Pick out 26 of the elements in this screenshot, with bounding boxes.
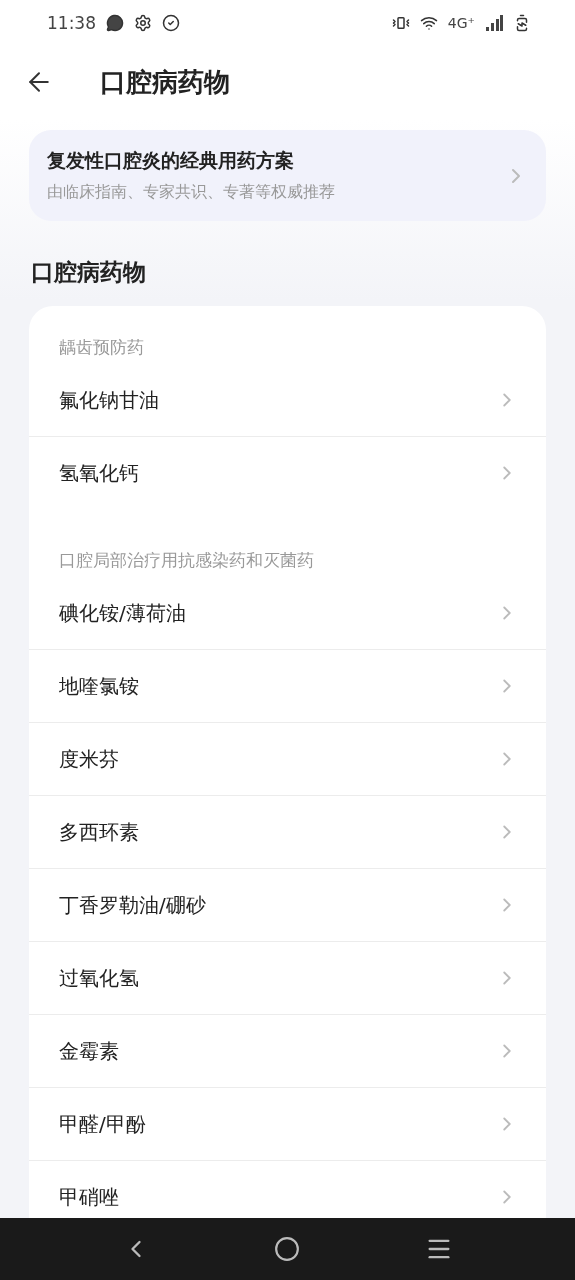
clock: 11:38 [47, 13, 96, 33]
network-type: 4G⁺ [447, 15, 475, 31]
drug-item[interactable]: 地喹氯铵 [29, 649, 546, 722]
group-heading: 龋齿预防药 [58, 336, 145, 359]
group-heading: 口腔局部治疗用抗感染药和灭菌药 [58, 549, 315, 572]
drug-item[interactable]: 甲醛/甲酚 [29, 1087, 546, 1160]
banner-subtitle: 由临床指南、专家共识、专著等权威推荐 [47, 182, 336, 203]
drug-item[interactable]: 氟化钠甘油 [29, 364, 546, 436]
signal-icon [485, 15, 503, 31]
drug-item[interactable]: 金霉素 [29, 1014, 546, 1087]
drug-item[interactable]: 丁香罗勒油/硼砂 [29, 868, 546, 941]
vibrate-icon [391, 14, 410, 32]
wifi-icon [419, 14, 438, 32]
page-title: 口腔病药物 [100, 65, 230, 99]
section-title: 口腔病药物 [31, 258, 147, 287]
gear-icon [134, 14, 152, 32]
drug-item[interactable]: 碘化铵/薄荷油 [29, 577, 546, 649]
drug-item[interactable]: 过氧化氢 [29, 941, 546, 1014]
drug-item[interactable]: 度米芬 [29, 722, 546, 795]
drug-item[interactable]: 氢氧化钙 [29, 436, 546, 509]
banner-title: 复发性口腔炎的经典用药方案 [47, 148, 295, 173]
drug-item[interactable]: 多西环素 [29, 795, 546, 868]
regimen-banner[interactable]: 复发性口腔炎的经典用药方案 由临床指南、专家共识、专著等权威推荐 [29, 130, 546, 221]
home-nav-icon[interactable] [274, 1236, 301, 1262]
check-icon [162, 14, 180, 32]
message-icon [106, 14, 124, 32]
